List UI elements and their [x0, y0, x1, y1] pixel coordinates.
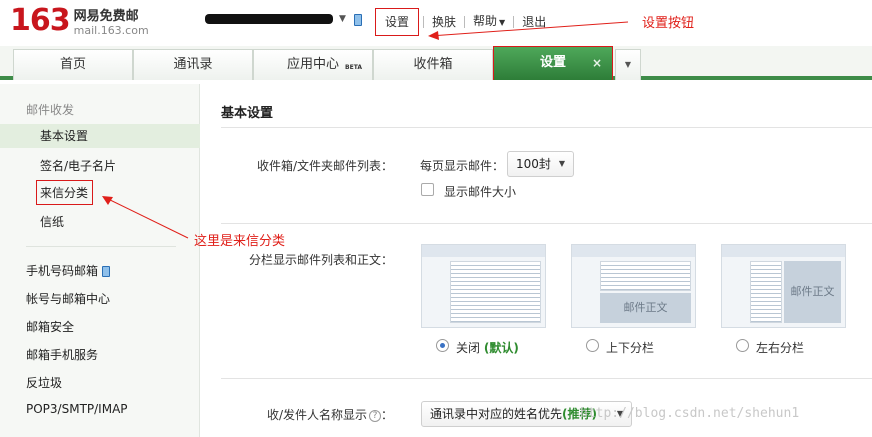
annotation-settings-button: 设置按钮: [642, 16, 695, 31]
layout-off-preview[interactable]: [421, 244, 546, 328]
show-size-label: 显示邮件大小: [444, 185, 517, 199]
split-setting-label: 分栏显示邮件列表和正文：: [248, 253, 393, 267]
tab-settings-label: 设置: [539, 55, 566, 70]
name-display-label: 收/发件人名称显示?：: [266, 408, 393, 422]
sidebar-item-account-center[interactable]: 帐号与邮箱中心: [26, 290, 110, 307]
settings-sidebar: 邮件收发 基本设置 签名/电子名片 来信分类 信纸 手机号码邮箱 帐号与邮箱中心…: [0, 84, 200, 437]
top-bar: 163 网易免费邮 mail.163.com ▼ 设置 换肤 帮助 ▼ 退出: [0, 0, 872, 46]
split-top-bottom-label: 上下分栏: [606, 341, 655, 355]
skin-link[interactable]: 换肤: [424, 15, 464, 29]
sidebar-item-stationery[interactable]: 信纸: [40, 213, 64, 230]
name-display-value: 通讯录中对应的姓名优先: [430, 407, 563, 421]
preview-body: 邮件正文: [600, 293, 691, 323]
logo[interactable]: 163 网易免费邮 mail.163.com: [10, 4, 149, 38]
help-link[interactable]: 帮助 ▼: [465, 14, 513, 30]
logout-link[interactable]: 退出: [514, 15, 554, 29]
sidebar-item-basic[interactable]: 基本设置: [0, 124, 200, 148]
close-icon[interactable]: ×: [592, 47, 602, 79]
mobile-icon[interactable]: [354, 14, 362, 26]
sidebar-item-security[interactable]: 邮箱安全: [26, 318, 74, 335]
sidebar-divider: [26, 246, 176, 247]
logo-number: 163: [10, 3, 71, 38]
chevron-down-icon: ▼: [558, 159, 565, 168]
chevron-down-icon: ▼: [499, 18, 506, 27]
tab-apps-label: 应用中心: [286, 57, 339, 72]
sidebar-item-pop3[interactable]: POP3/SMTP/IMAP: [26, 402, 128, 416]
sidebar-group-mail: 邮件收发: [26, 103, 75, 117]
watermark: http://blog.csdn.net/shehun1: [580, 406, 800, 421]
beta-badge: BETA: [345, 64, 362, 71]
per-page-value: 100封: [516, 157, 551, 171]
help-icon[interactable]: ?: [368, 409, 381, 422]
logo-domain: mail.163.com: [73, 24, 149, 37]
layout-top-bottom-preview[interactable]: 邮件正文: [571, 244, 696, 328]
settings-link[interactable]: 设置: [375, 8, 420, 36]
tab-home[interactable]: 首页: [13, 49, 133, 80]
per-page-label: 每页显示邮件：: [420, 159, 505, 173]
logo-name: 网易免费邮: [73, 9, 139, 24]
tab-settings[interactable]: 设置 ×: [493, 46, 613, 80]
split-top-bottom-radio[interactable]: [586, 339, 599, 352]
help-label: 帮助: [473, 14, 498, 28]
tab-contacts[interactable]: 通讯录: [133, 49, 253, 80]
account-dropdown-icon[interactable]: ▼: [339, 14, 346, 24]
preview-body: 邮件正文: [784, 261, 841, 323]
sidebar-item-mobile-service[interactable]: 邮箱手机服务: [26, 346, 98, 363]
account-name-redacted[interactable]: [205, 14, 333, 24]
annotation-filter: 这里是来信分类: [194, 234, 286, 249]
sidebar-item-label: 手机号码邮箱: [26, 264, 99, 278]
split-off-label: 关闭 (默认): [456, 341, 519, 355]
per-page-select[interactable]: 100封 ▼: [507, 151, 574, 177]
sidebar-item-filter[interactable]: 来信分类: [36, 180, 94, 205]
chevron-down-icon: ▼: [624, 60, 632, 69]
settings-panel: 基本设置 收件箱/文件夹邮件列表： 每页显示邮件： 100封 ▼ 显示邮件大小 …: [201, 84, 872, 437]
split-left-right-label: 左右分栏: [756, 341, 805, 355]
divider: [221, 378, 872, 379]
divider: [221, 223, 872, 224]
tabs-more-dropdown[interactable]: ▼: [615, 49, 641, 80]
list-setting-label: 收件箱/文件夹邮件列表：: [256, 159, 393, 173]
split-left-right-radio[interactable]: [736, 339, 749, 352]
tab-bar: 首页 通讯录 应用中心 BETA 收件箱 设置 × ▼: [0, 46, 872, 80]
page-title: 基本设置: [221, 106, 274, 121]
mobile-icon: [102, 266, 111, 277]
sidebar-item-spam[interactable]: 反垃圾: [26, 374, 62, 391]
layout-left-right-preview[interactable]: 邮件正文: [721, 244, 846, 328]
tab-apps[interactable]: 应用中心 BETA: [253, 49, 373, 80]
sidebar-item-mobile-mail[interactable]: 手机号码邮箱: [26, 262, 111, 279]
sidebar-item-signature[interactable]: 签名/电子名片: [40, 157, 116, 174]
top-links: 设置 换肤 帮助 ▼ 退出: [375, 8, 554, 36]
default-tag: (默认): [483, 341, 519, 355]
split-off-radio[interactable]: [436, 339, 449, 352]
tab-inbox[interactable]: 收件箱: [373, 49, 493, 80]
show-size-checkbox[interactable]: [421, 183, 434, 196]
divider: [221, 127, 872, 128]
